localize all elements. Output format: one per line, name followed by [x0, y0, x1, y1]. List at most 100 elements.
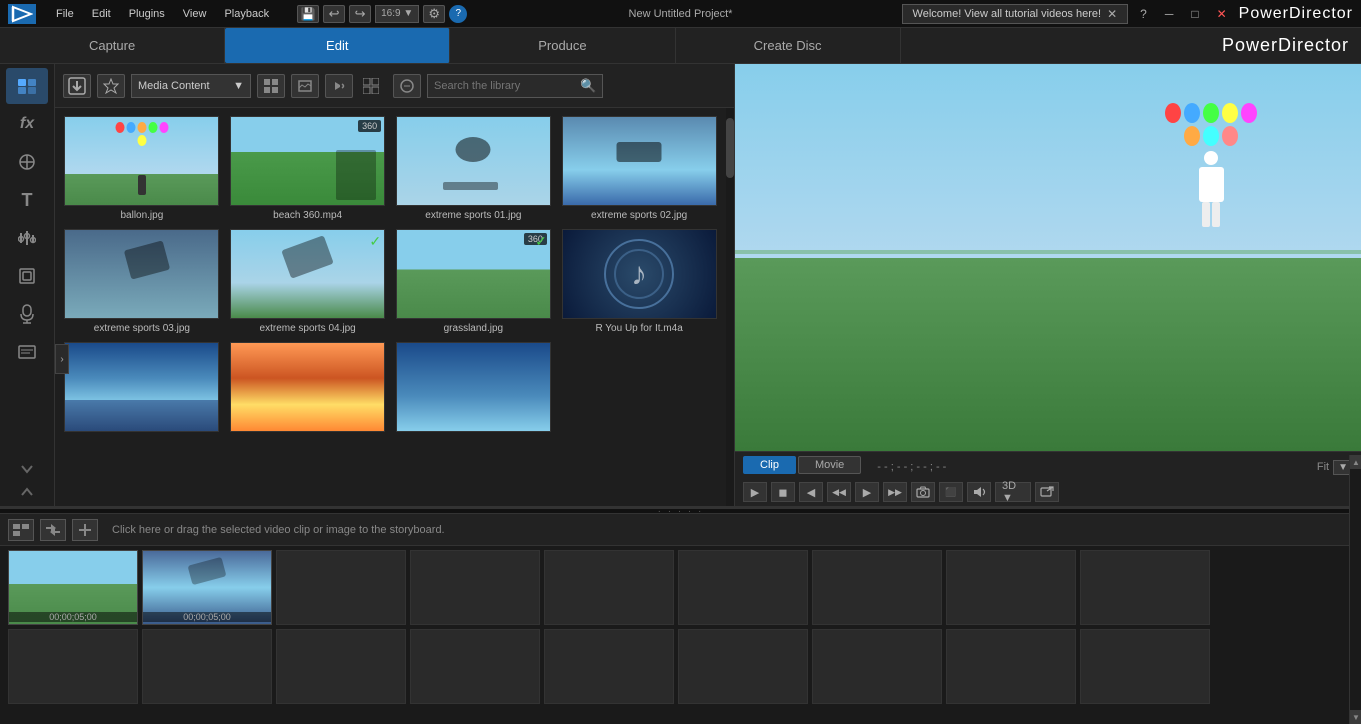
media-item-music[interactable]: ♪ R You Up for It.m4a [560, 229, 718, 334]
tool-text[interactable]: T [6, 182, 48, 218]
media-item-balloon[interactable]: ballon.jpg [63, 116, 221, 221]
tab-create-disc[interactable]: Create Disc [676, 28, 901, 63]
search-box[interactable]: 🔍 [427, 74, 603, 98]
win-help-btn[interactable]: ? [1134, 5, 1153, 23]
storyboard-cell-15[interactable] [678, 629, 808, 704]
storyboard-cell-10[interactable] [8, 629, 138, 704]
storyboard-cell-16[interactable] [812, 629, 942, 704]
tool-transform[interactable] [6, 144, 48, 180]
stop-btn[interactable]: ◼ [771, 482, 795, 502]
storyboard-cell-5[interactable] [544, 550, 674, 625]
media-badge-360: 360 [358, 120, 381, 132]
next-frame-btn[interactable]: ▶ [855, 482, 879, 502]
undo-btn[interactable]: ↩ [323, 5, 345, 23]
add-audio-btn[interactable] [72, 519, 98, 541]
title-bar: File Edit Plugins View Playback 💾 ↩ ↪ 16… [0, 0, 1361, 28]
fastforward-btn[interactable]: ▶▶ [883, 482, 907, 502]
media-grid-scrollbar[interactable] [726, 108, 734, 506]
import-media-btn[interactable] [63, 74, 91, 98]
play-btn[interactable]: ▶ [743, 482, 767, 502]
storyboard-swap-btn[interactable] [40, 519, 66, 541]
aspect-ratio[interactable]: 16:9 ▼ [375, 5, 419, 23]
subtitle-btn[interactable]: ⬛ [939, 482, 963, 502]
grid-size-btn[interactable] [359, 74, 383, 98]
view-photos-btn[interactable] [291, 74, 319, 98]
storyboard-cell-12[interactable] [276, 629, 406, 704]
sb-scroll-up-btn[interactable]: ▲ [1350, 455, 1361, 469]
storyboard-cell-18[interactable] [1080, 629, 1210, 704]
view-grid-btn[interactable] [257, 74, 285, 98]
tab-capture[interactable]: Capture [0, 28, 225, 63]
magic-movie-btn[interactable] [97, 74, 125, 98]
tool-audio-mixer[interactable] [6, 220, 48, 256]
media-item-extreme2[interactable]: extreme sports 02.jpg [560, 116, 718, 221]
tab-edit[interactable]: Edit [225, 28, 450, 63]
tool-media[interactable] [6, 68, 48, 104]
filter-btn[interactable] [393, 74, 421, 98]
storyboard-cell-9[interactable] [1080, 550, 1210, 625]
tool-composite[interactable] [6, 258, 48, 294]
clip-tab[interactable]: Clip [743, 456, 796, 474]
storyboard-area: · · · · · Click here or drag the selecte… [0, 506, 1361, 724]
collapse-down-btn[interactable] [18, 462, 36, 479]
media-label: extreme sports 03.jpg [94, 323, 190, 334]
storyboard-scrollbar[interactable]: ▲ ▼ [1349, 455, 1361, 724]
sb-timecode-1: 00;00;05;00 [9, 612, 137, 622]
media-item-row3a[interactable]: ... [63, 342, 221, 447]
popout-btn[interactable] [1035, 482, 1059, 502]
expand-up-btn[interactable] [18, 485, 36, 502]
win-close-btn[interactable]: ✕ [1211, 5, 1233, 23]
storyboard-cell-14[interactable] [544, 629, 674, 704]
tool-mic[interactable] [6, 296, 48, 332]
tool-subtitle[interactable] [6, 334, 48, 370]
movie-tab[interactable]: Movie [798, 456, 861, 474]
menu-playback[interactable]: Playback [216, 6, 277, 22]
storyboard-cell-8[interactable] [946, 550, 1076, 625]
save-btn[interactable]: 💾 [297, 5, 319, 23]
panel-collapse-btn[interactable]: › [55, 344, 69, 374]
menu-plugins[interactable]: Plugins [121, 6, 173, 22]
view-audio-btn[interactable] [325, 74, 353, 98]
media-item-row3c[interactable]: ... [395, 342, 553, 447]
threed-btn[interactable]: 3D ▼ [995, 482, 1031, 502]
redo-btn[interactable]: ↪ [349, 5, 371, 23]
menu-edit[interactable]: Edit [84, 6, 119, 22]
media-thumb-extreme1 [396, 116, 551, 206]
menu-file[interactable]: File [48, 6, 82, 22]
media-item-beach[interactable]: 360 beach 360.mp4 [229, 116, 387, 221]
storyboard-cell-11[interactable] [142, 629, 272, 704]
prev-frame-btn[interactable]: ◀ [799, 482, 823, 502]
win-maximize-btn[interactable]: □ [1185, 5, 1204, 23]
search-input[interactable] [434, 80, 576, 92]
media-item-row3b[interactable]: ... [229, 342, 387, 447]
preview-area [735, 64, 1361, 451]
rewind-btn[interactable]: ◀◀ [827, 482, 851, 502]
media-item-extreme4[interactable]: ✓ extreme sports 04.jpg [229, 229, 387, 334]
scroll-thumb[interactable] [726, 118, 734, 178]
storyboard-cell-6[interactable] [678, 550, 808, 625]
storyboard-cell-1[interactable]: 00;00;05;00 [8, 550, 138, 625]
media-item-grassland[interactable]: 360 ✓ grassland.jpg [395, 229, 553, 334]
welcome-close-btn[interactable]: ✕ [1107, 7, 1117, 21]
volume-btn[interactable] [967, 482, 991, 502]
media-label: grassland.jpg [444, 323, 503, 334]
tab-produce[interactable]: Produce [450, 28, 675, 63]
media-item-extreme1[interactable]: extreme sports 01.jpg [395, 116, 553, 221]
snapshot-btn[interactable] [911, 482, 935, 502]
storyboard-cell-3[interactable] [276, 550, 406, 625]
storyboard-cell-2[interactable]: 00;00;05;00 [142, 550, 272, 625]
storyboard-cell-17[interactable] [946, 629, 1076, 704]
menu-view[interactable]: View [175, 6, 215, 22]
tool-fx[interactable]: fx [6, 106, 48, 142]
sb-scroll-down-btn[interactable]: ▼ [1350, 710, 1361, 724]
storyboard-cell-7[interactable] [812, 550, 942, 625]
storyboard-cell-13[interactable] [410, 629, 540, 704]
media-type-label: Media Content [138, 80, 210, 92]
storyboard-cell-4[interactable] [410, 550, 540, 625]
help-circle[interactable]: ? [449, 5, 467, 23]
settings-btn[interactable]: ⚙ [423, 5, 445, 23]
media-item-extreme3[interactable]: extreme sports 03.jpg [63, 229, 221, 334]
media-type-dropdown[interactable]: Media Content ▼ [131, 74, 251, 98]
storyboard-view-btn[interactable] [8, 519, 34, 541]
win-minimize-btn[interactable]: ─ [1159, 5, 1180, 23]
